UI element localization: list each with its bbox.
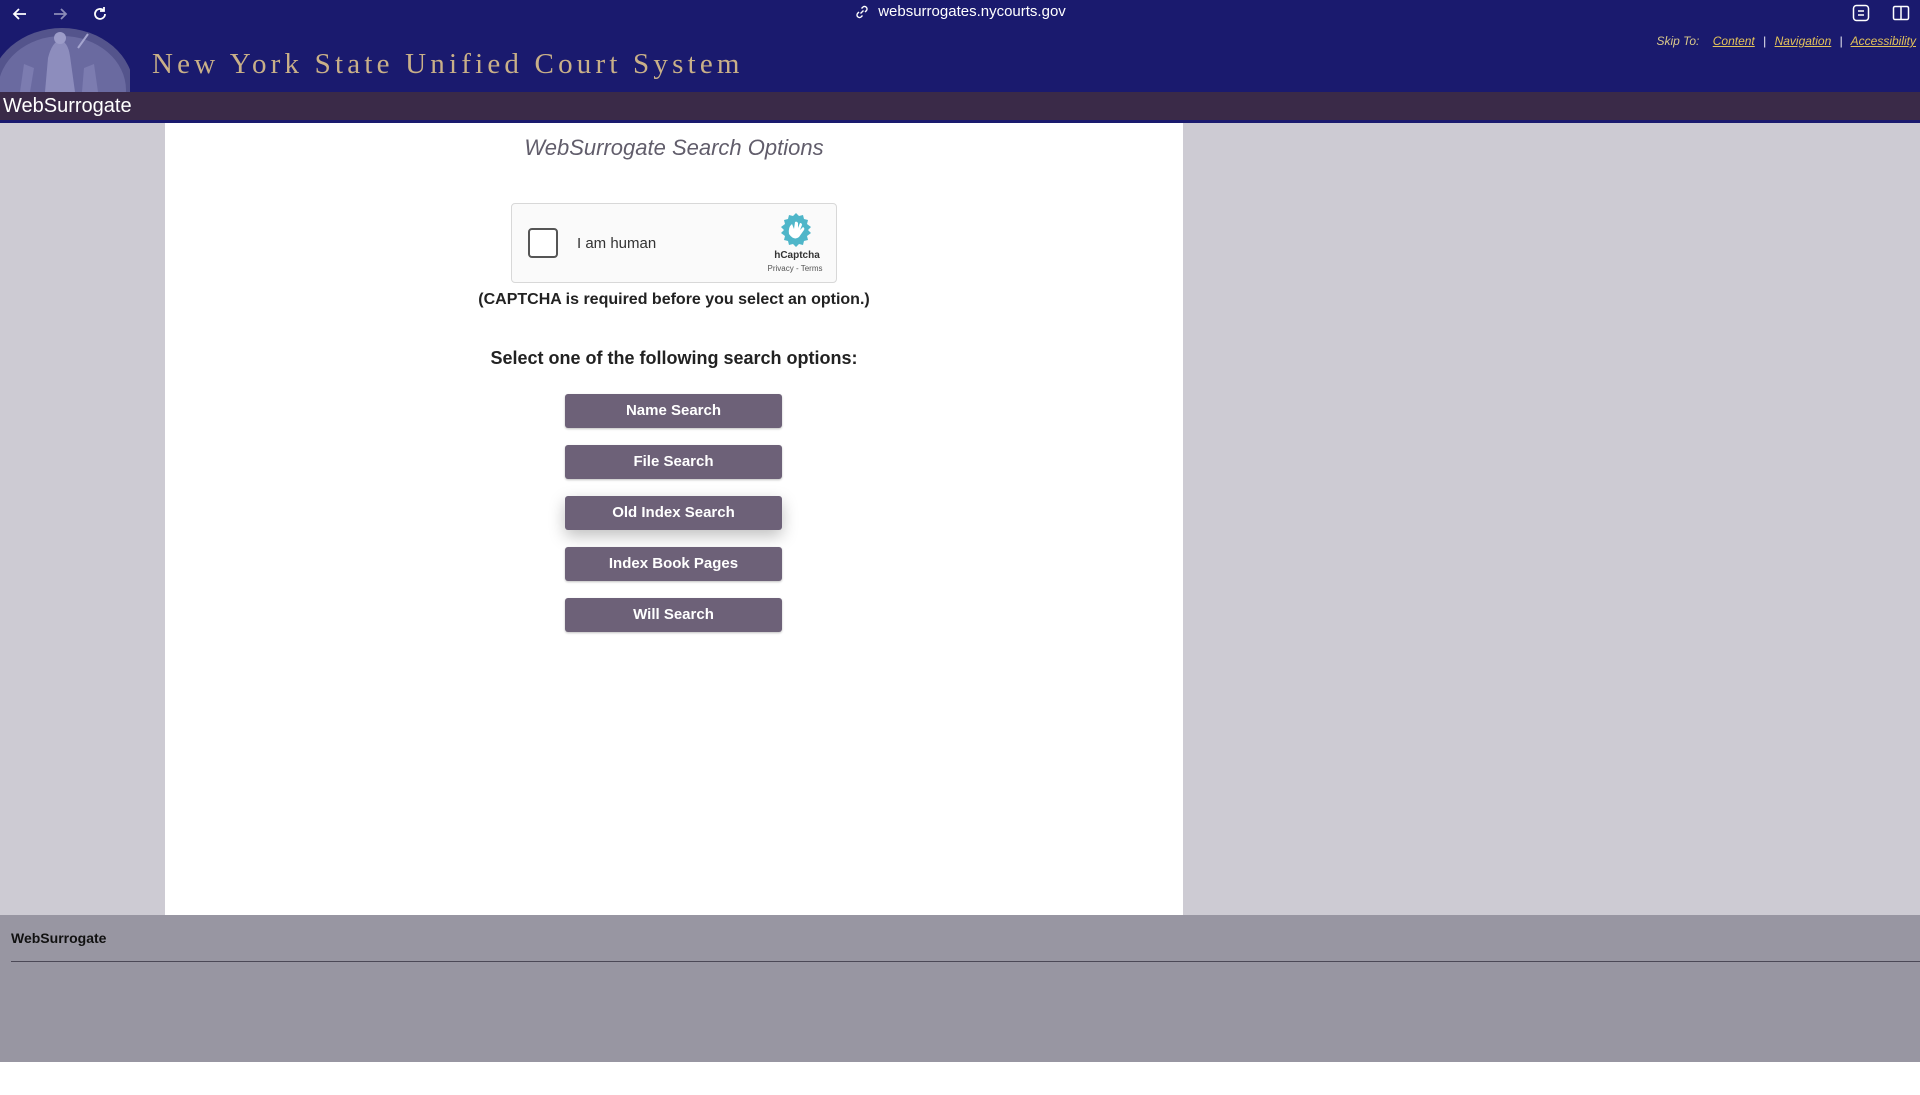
url-text: websurrogates.nycourts.gov xyxy=(878,3,1066,20)
captcha-note: (CAPTCHA is required before you select a… xyxy=(478,291,870,308)
right-panel xyxy=(1183,123,1920,915)
separator: | xyxy=(1839,34,1843,48)
footer-app-name: WebSurrogate xyxy=(11,930,107,946)
site-header: New York State Unified Court System Skip… xyxy=(0,28,1920,92)
hcaptcha-logo-icon xyxy=(781,213,811,247)
captcha-links-separator: - xyxy=(795,264,799,273)
skip-to-navigation-link[interactable]: Navigation xyxy=(1775,34,1832,48)
sidebar-toggle-button[interactable] xyxy=(1891,3,1911,23)
site-footer: WebSurrogate xyxy=(0,915,1920,1062)
will-search-button[interactable]: Will Search xyxy=(565,598,782,632)
name-search-button[interactable]: Name Search xyxy=(565,394,782,428)
footer-divider xyxy=(11,961,1920,962)
skip-to-content-link[interactable]: Content xyxy=(1713,34,1755,48)
left-panel xyxy=(0,123,165,915)
captcha-brand: hCaptcha xyxy=(774,250,820,261)
page-bottom xyxy=(0,1062,1920,1095)
search-options-heading: Select one of the following search optio… xyxy=(490,348,858,368)
captcha-label: I am human xyxy=(577,235,657,252)
separator: | xyxy=(1763,34,1767,48)
skip-to-label: Skip To: xyxy=(1656,34,1700,48)
hcaptcha-widget: I am human hCaptcha Privacy - Terms xyxy=(511,203,837,283)
skip-to-accessibility-link[interactable]: Accessibility xyxy=(1851,34,1916,48)
page-title: WebSurrogate Search Options xyxy=(524,135,824,160)
sidebar-icon xyxy=(1892,5,1910,21)
main-content: WebSurrogate Search Options I am human h… xyxy=(165,123,1183,915)
extension-button[interactable] xyxy=(1851,3,1871,23)
index-book-pages-button[interactable]: Index Book Pages xyxy=(565,547,782,581)
skip-to-links: Skip To: Content | Navigation | Accessib… xyxy=(1656,34,1916,48)
address-bar[interactable]: websurrogates.nycourts.gov xyxy=(0,0,1920,28)
captcha-privacy-link[interactable]: Privacy xyxy=(768,264,794,273)
app-name: WebSurrogate xyxy=(3,95,132,117)
site-title: New York State Unified Court System xyxy=(152,48,744,80)
link-icon xyxy=(856,5,868,19)
captcha-terms-link[interactable]: Terms xyxy=(801,264,823,273)
app-name-bar: WebSurrogate xyxy=(0,92,1920,120)
captcha-checkbox[interactable] xyxy=(528,228,558,258)
browser-toolbar: websurrogates.nycourts.gov xyxy=(0,0,1920,28)
old-index-search-button[interactable]: Old Index Search xyxy=(565,496,782,530)
captcha-links: Privacy - Terms xyxy=(750,264,840,273)
court-seal-logo xyxy=(0,28,130,92)
file-search-button[interactable]: File Search xyxy=(565,445,782,479)
extension-icon xyxy=(1852,4,1870,22)
